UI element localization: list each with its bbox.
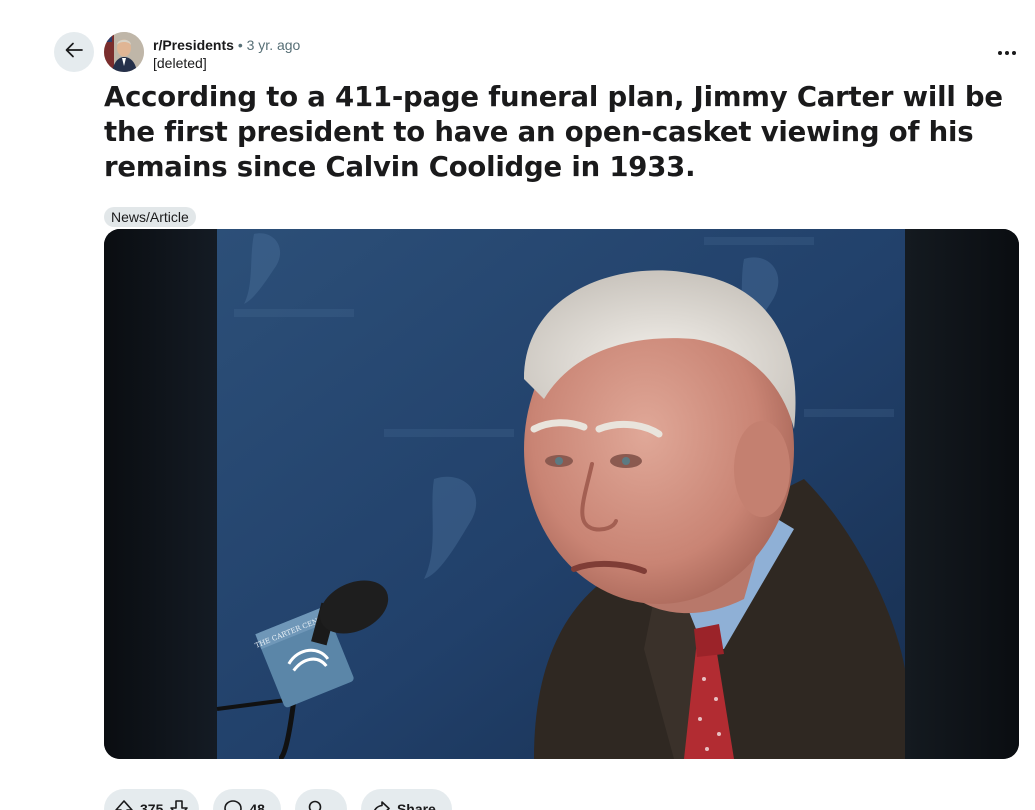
share-button[interactable]: Share bbox=[360, 789, 452, 810]
post-image[interactable]: THE CARTER CENTER bbox=[104, 229, 1019, 759]
post-page: r/Presidents • 3 yr. ago [deleted] Accor… bbox=[0, 0, 1035, 810]
award-button[interactable] bbox=[294, 789, 347, 810]
back-button[interactable] bbox=[54, 32, 94, 72]
post-action-bar: 375 48 Share bbox=[104, 789, 452, 810]
meta-separator: • bbox=[237, 37, 243, 53]
downvote-arrow-icon[interactable] bbox=[169, 799, 189, 810]
arrow-left-icon bbox=[63, 39, 85, 66]
post-meta: r/Presidents • 3 yr. ago [deleted] bbox=[153, 35, 300, 72]
share-arrow-icon bbox=[371, 799, 391, 810]
post-flair[interactable]: News/Article bbox=[104, 207, 196, 227]
subreddit-avatar[interactable] bbox=[104, 32, 144, 72]
award-icon bbox=[305, 799, 325, 810]
post-timestamp: 3 yr. ago bbox=[246, 37, 301, 53]
comment-count: 48 bbox=[249, 801, 265, 810]
comments-button[interactable]: 48 bbox=[213, 789, 281, 810]
speech-bubble-icon bbox=[223, 799, 243, 810]
upvote-arrow-icon[interactable] bbox=[114, 799, 134, 810]
post-title[interactable]: According to a 411-page funeral plan, Ji… bbox=[104, 80, 1024, 185]
more-options-button[interactable] bbox=[990, 36, 1024, 68]
more-horizontal-icon bbox=[997, 43, 1017, 61]
share-label: Share bbox=[396, 801, 436, 810]
post-author: [deleted] bbox=[153, 55, 207, 71]
vote-count: 375 bbox=[140, 801, 164, 810]
vote-control: 375 bbox=[104, 789, 200, 810]
subreddit-link[interactable]: r/Presidents bbox=[153, 37, 234, 53]
